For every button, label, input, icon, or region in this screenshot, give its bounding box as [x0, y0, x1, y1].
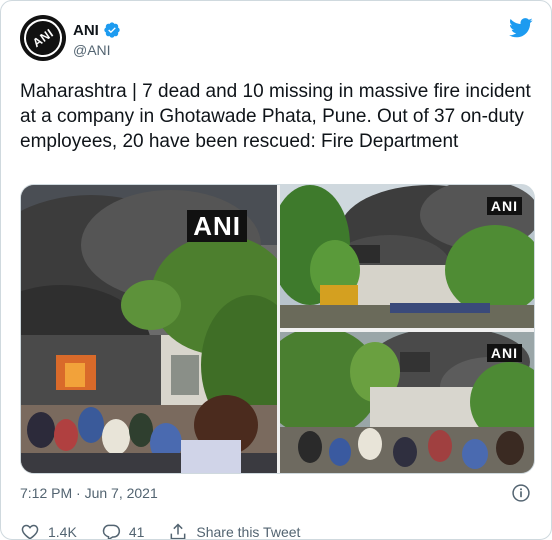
author-name-row: ANI — [73, 21, 121, 39]
photo-fire-crowd[interactable]: ANI — [21, 185, 277, 473]
reply-button[interactable]: 41 — [101, 522, 145, 540]
photo-smoke-building[interactable]: ANI — [280, 185, 534, 328]
action-bar: 1.4K 41 Share this Tweet — [20, 522, 324, 540]
share-icon — [170, 523, 186, 539]
reply-count: 41 — [128, 524, 145, 540]
tweet-card[interactable]: ANI ANI @ANI Maharashtra | 7 dead and 10… — [0, 0, 552, 540]
like-count: 1.4K — [48, 524, 77, 540]
avatar[interactable]: ANI — [16, 11, 70, 65]
share-button[interactable]: Share this Tweet — [168, 522, 301, 540]
ani-watermark: ANI — [187, 210, 247, 242]
twitter-bird-icon[interactable] — [509, 17, 533, 39]
tweet-timestamp[interactable]: 7:12 PM · Jun 7, 2021 — [20, 485, 158, 501]
photo-crowd-watching[interactable]: ANI — [280, 332, 534, 473]
ani-watermark: ANI — [486, 344, 522, 362]
display-name[interactable]: ANI — [73, 22, 99, 39]
ani-watermark: ANI — [486, 197, 522, 215]
tweet-text: Maharashtra | 7 dead and 10 missing in m… — [20, 81, 537, 152]
ani-logo-icon: ANI — [16, 11, 70, 65]
reply-bubble-icon — [102, 524, 120, 539]
share-label: Share this Tweet — [196, 524, 301, 540]
info-icon[interactable] — [511, 483, 531, 503]
verified-badge-icon — [104, 22, 120, 38]
heart-icon — [21, 524, 39, 539]
user-handle[interactable]: @ANI — [73, 42, 111, 58]
avatar-logo-text: ANI — [29, 25, 57, 51]
like-button[interactable]: 1.4K — [20, 522, 77, 540]
media-grid: ANI ANI ANI — [20, 184, 535, 474]
